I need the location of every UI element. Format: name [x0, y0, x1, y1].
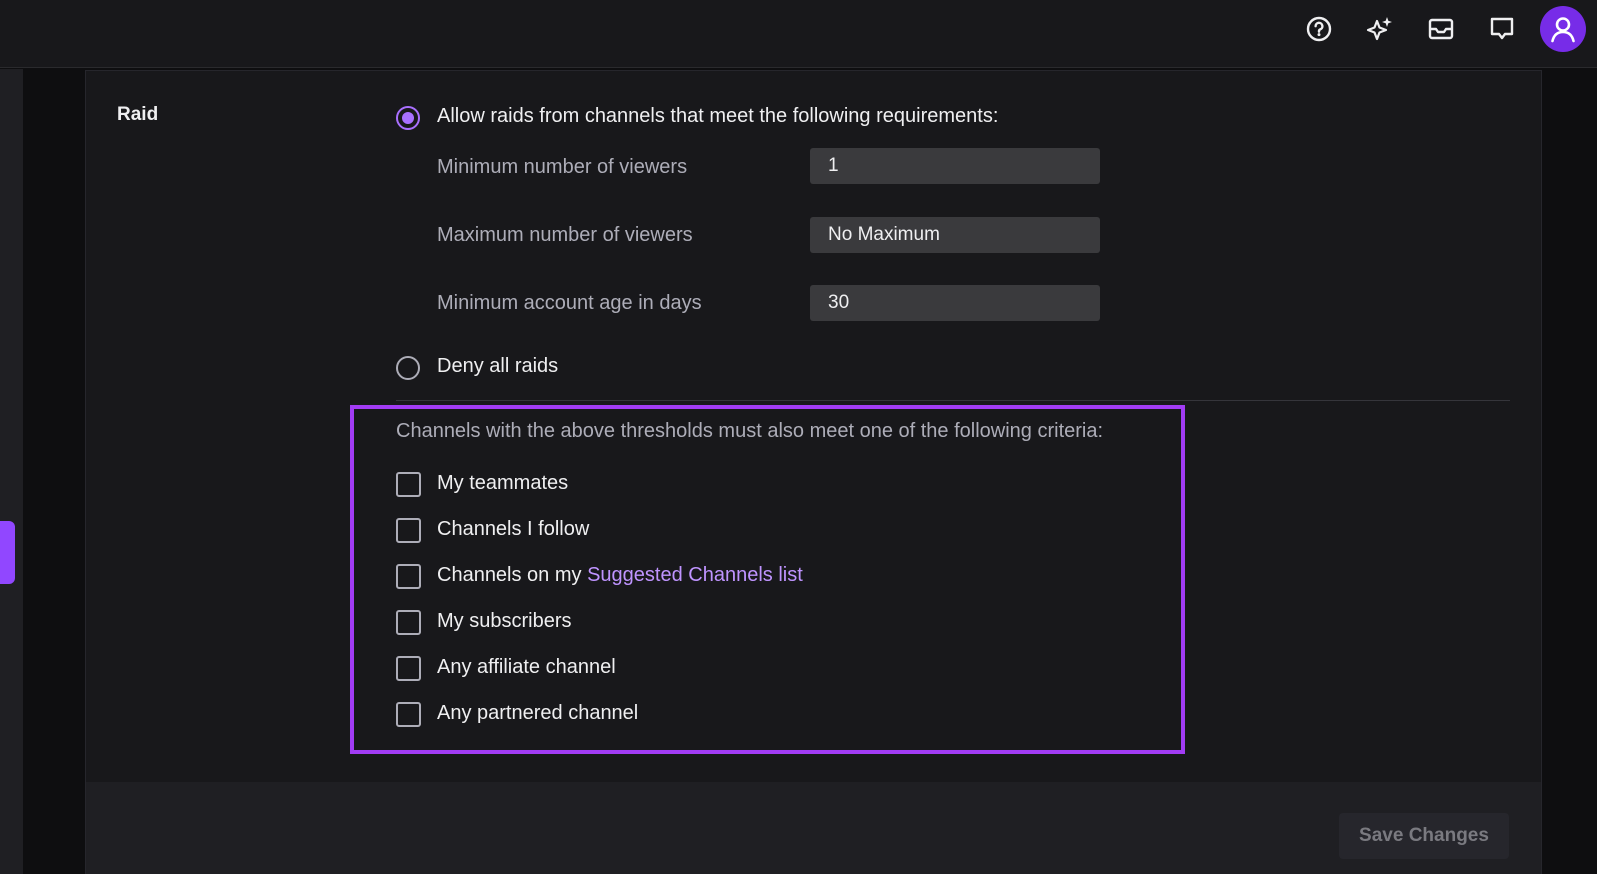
chat-bubble-icon[interactable]	[1487, 14, 1517, 44]
min-account-age-input[interactable]: 30	[810, 285, 1100, 321]
checkbox-suggested-channels-label: Channels on my Suggested Channels list	[437, 564, 803, 587]
side-nav-expand-tab[interactable]	[0, 521, 15, 584]
checkbox-affiliate-channel[interactable]	[396, 656, 421, 681]
help-circle-icon[interactable]	[1304, 14, 1334, 44]
suggested-channels-link[interactable]: Suggested Channels list	[587, 564, 803, 586]
sparkle-icon[interactable]	[1365, 14, 1395, 44]
deny-raids-radio[interactable]	[396, 356, 420, 380]
suggested-channels-prefix: Channels on my	[437, 564, 588, 586]
allow-raids-radio[interactable]	[396, 106, 420, 130]
top-nav-bar	[0, 0, 1597, 68]
side-nav-strip	[0, 69, 23, 874]
user-avatar-icon[interactable]	[1540, 6, 1586, 52]
settings-footer	[85, 782, 1542, 874]
save-changes-button[interactable]: Save Changes	[1339, 813, 1509, 859]
criteria-intro-text: Channels with the above thresholds must …	[396, 420, 1104, 442]
checkbox-channels-i-follow[interactable]	[396, 518, 421, 543]
deny-raids-label: Deny all raids	[437, 355, 559, 377]
inbox-icon[interactable]	[1426, 14, 1456, 44]
min-account-age-label: Minimum account age in days	[437, 292, 702, 314]
min-viewers-label: Minimum number of viewers	[437, 156, 688, 178]
section-label-raid: Raid	[117, 104, 159, 125]
max-viewers-select[interactable]: No Maximum	[810, 217, 1100, 253]
max-viewers-label: Maximum number of viewers	[437, 224, 693, 246]
checkbox-partnered-channel-label: Any partnered channel	[437, 702, 639, 724]
checkbox-teammates-label: My teammates	[437, 472, 569, 494]
checkbox-subscribers[interactable]	[396, 610, 421, 635]
radio-selected-dot	[402, 112, 414, 124]
checkbox-channels-i-follow-label: Channels I follow	[437, 518, 590, 540]
checkbox-teammates[interactable]	[396, 472, 421, 497]
checkbox-affiliate-channel-label: Any affiliate channel	[437, 656, 616, 678]
allow-raids-label: Allow raids from channels that meet the …	[437, 105, 999, 127]
checkbox-subscribers-label: My subscribers	[437, 610, 572, 632]
min-viewers-input[interactable]: 1	[810, 148, 1100, 184]
checkbox-partnered-channel[interactable]	[396, 702, 421, 727]
section-divider	[396, 400, 1510, 401]
checkbox-suggested-channels[interactable]	[396, 564, 421, 589]
